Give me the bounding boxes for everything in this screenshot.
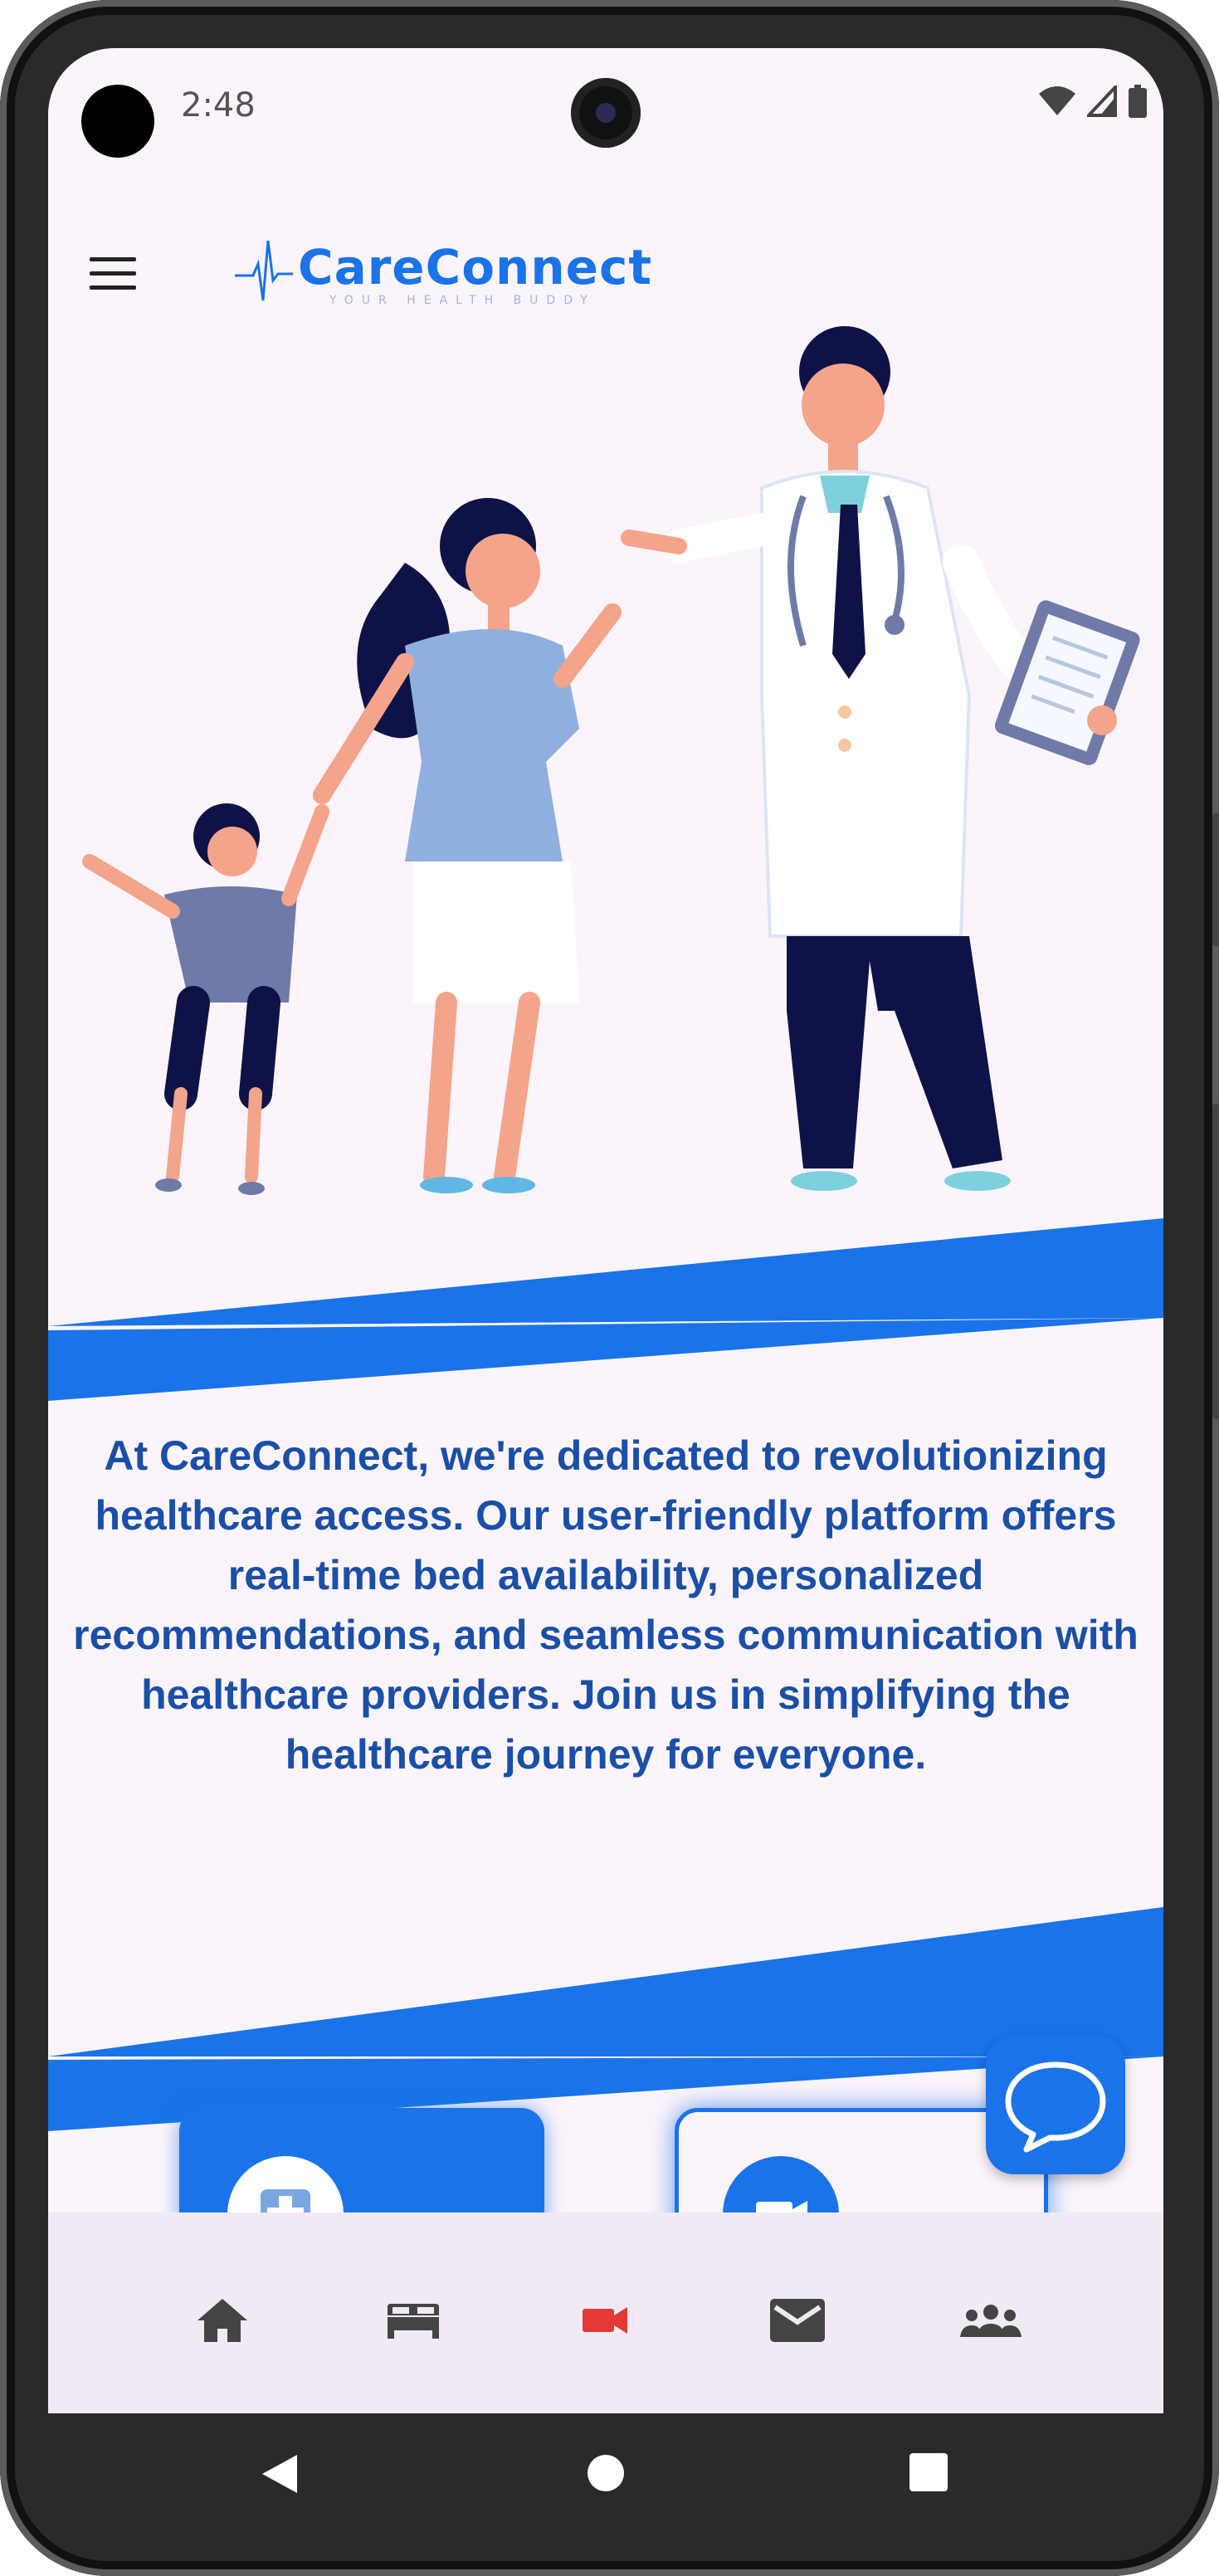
- status-bar: 2:48: [48, 48, 1163, 164]
- front-camera: [571, 78, 641, 148]
- battery-icon: [1129, 85, 1147, 118]
- recents-icon[interactable]: [909, 2453, 948, 2495]
- bed-icon: [388, 2304, 439, 2339]
- phone-frame: 2:48 CareConnect YOUR HEALTH BUDDY At Ca…: [0, 0, 1219, 2576]
- signal-icon: [1087, 85, 1117, 117]
- hamburger-menu-icon[interactable]: [90, 257, 136, 290]
- logo-text: CareConnect: [298, 239, 653, 295]
- volume-button: [1212, 813, 1219, 946]
- doctor-figure: [621, 326, 1140, 1191]
- app-bar: CareConnect YOUR HEALTH BUDDY: [48, 189, 1163, 307]
- doctor-greeting-family-illustration: [82, 326, 1140, 1195]
- nav-mail[interactable]: [764, 2287, 831, 2354]
- wifi-icon: [1039, 86, 1075, 115]
- camera-cutout: [81, 85, 154, 158]
- system-navigation-bar: [48, 2413, 1163, 2530]
- woman-figure: [313, 498, 622, 1193]
- home-icon: [197, 2299, 247, 2342]
- app-screen: 2:48 CareConnect YOUR HEALTH BUDDY At Ca…: [48, 48, 1163, 2413]
- mail-icon: [770, 2299, 825, 2342]
- home-circle-icon[interactable]: [586, 2453, 626, 2496]
- group-icon: [960, 2305, 1022, 2337]
- chat-bubble-icon: [1005, 2061, 1106, 2153]
- status-time: 2:48: [181, 86, 256, 124]
- chat-button[interactable]: [986, 2035, 1125, 2174]
- status-icons: [1039, 85, 1147, 118]
- nav-video[interactable]: [573, 2287, 639, 2354]
- about-description: At CareConnect, we're dedicated to revol…: [73, 1432, 1139, 1778]
- power-button: [1212, 1104, 1219, 1419]
- nav-home[interactable]: [189, 2287, 256, 2354]
- child-figure: [82, 803, 329, 1195]
- back-icon[interactable]: [261, 2453, 299, 2498]
- video-camera-icon: [583, 2307, 627, 2334]
- nav-community[interactable]: [958, 2287, 1024, 2354]
- nav-beds[interactable]: [380, 2287, 446, 2354]
- bottom-navigation: [48, 2213, 1163, 2413]
- decorative-band: [48, 1218, 1163, 1401]
